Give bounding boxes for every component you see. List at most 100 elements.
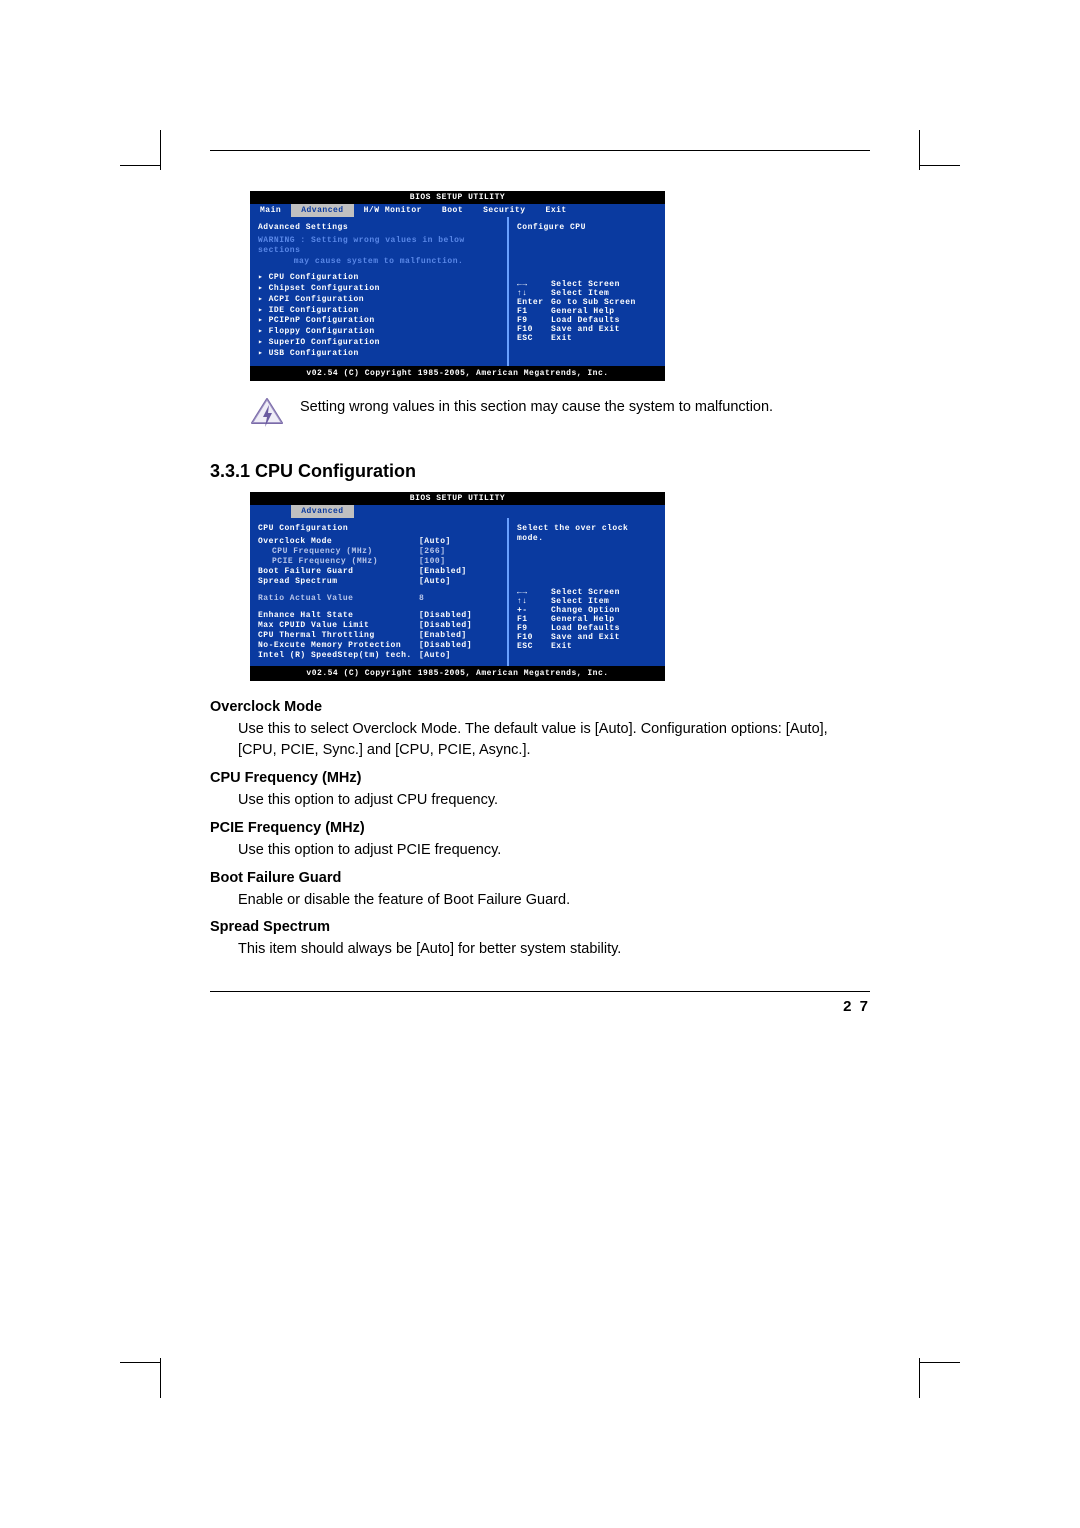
desc-cpufreq-t: Use this option to adjust CPU frequency. [238,790,870,812]
bios1-key-f10: F10 [517,325,551,334]
bios1-item-chipset[interactable]: Chipset Configuration [258,284,499,295]
bios2-row-pciefreq-label[interactable]: PCIE Frequency (MHz) [258,557,419,566]
bios1-item-cpu[interactable]: CPU Configuration [258,273,499,284]
bios1-tab-exit[interactable]: Exit [536,204,577,217]
bios2-key-ud-d: Select Item [551,597,609,606]
desc-pciefreq-h: PCIE Frequency (MHz) [210,820,870,836]
bios2-row-overclock-label[interactable]: Overclock Mode [258,537,419,546]
bios2-row-speedstep-label[interactable]: Intel (R) SpeedStep(tm) tech. [258,651,419,660]
bios2-help-pane: Select the over clock mode. ←→Select Scr… [507,518,665,666]
bios1-item-pcipnp[interactable]: PCIPnP Configuration [258,316,499,327]
desc-overclock-h: Overclock Mode [210,699,870,715]
bios1-warning-line2: may cause system to malfunction. [258,257,499,267]
bios1-item-acpi[interactable]: ACPI Configuration [258,295,499,306]
bios2-row-spread-value[interactable]: [Auto] [419,577,499,586]
bios2-title: BIOS SETUP UTILITY [250,492,665,505]
bios2-key-f1-d: General Help [551,615,615,624]
bios2-key-pm-d: Change Option [551,606,620,615]
bios2-help-title: Select the over clock mode. [517,524,657,545]
bios2-row-ehs-label[interactable]: Enhance Halt State [258,611,419,620]
bios1-tab-security[interactable]: Security [473,204,535,217]
bios1-key-esc: ESC [517,334,551,343]
bios2-help-title-l1: Select the over clock [517,524,657,534]
bios1-tab-hw[interactable]: H/W Monitor [354,204,432,217]
bios2-row-bootfail-value[interactable]: [Enabled] [419,567,499,576]
bios2-key-ud: ↑↓ [517,597,551,606]
top-rule [210,150,870,151]
bios1-key-f10-d: Save and Exit [551,325,620,334]
bios2-key-esc-d: Exit [551,642,572,651]
warning-note: Setting wrong values in this section may… [250,397,870,441]
bios-screenshot-cpu-config: BIOS SETUP UTILITY Main Advanced CPU Con… [250,492,665,681]
bios1-key-f9-d: Load Defaults [551,316,620,325]
bios1-keys: ←→Select Screen ↑↓Select Item EnterGo to… [517,280,657,343]
bios2-tab-advanced[interactable]: Advanced [291,505,353,518]
bios2-key-f10-d: Save and Exit [551,633,620,642]
bios1-key-ud-d: Select Item [551,289,609,298]
bios1-tab-boot[interactable]: Boot [432,204,473,217]
bios2-footer: v02.54 (C) Copyright 1985-2005, American… [250,666,665,681]
desc-spread-t: This item should always be [Auto] for be… [238,939,870,961]
bios2-row-ehs-value[interactable]: [Disabled] [419,611,499,620]
bios2-key-f10: F10 [517,633,551,642]
bios2-row-cpufreq-value[interactable]: [266] [419,547,499,556]
bios1-key-lr: ←→ [517,280,551,289]
bios2-row-cpufreq-label[interactable]: CPU Frequency (MHz) [258,547,419,556]
bios1-footer: v02.54 (C) Copyright 1985-2005, American… [250,366,665,381]
bios2-row-maxcpuid-label[interactable]: Max CPUID Value Limit [258,621,419,630]
bios2-left-pane: CPU Configuration Overclock Mode [Auto] … [250,518,507,666]
bios2-help-title-l2: mode. [517,534,657,544]
bios2-row-speedstep-value[interactable]: [Auto] [419,651,499,660]
bios1-left-header: Advanced Settings [258,223,499,232]
bios1-key-enter-d: Go to Sub Screen [551,298,636,307]
bios1-tabs: Main Advanced H/W Monitor Boot Security … [250,204,665,217]
desc-spread-h: Spread Spectrum [210,919,870,935]
bios2-row-ratio-label: Ratio Actual Value [258,594,419,603]
bios1-warning: WARNING : Setting wrong values in below … [258,236,499,267]
warning-note-text: Setting wrong values in this section may… [300,397,773,419]
bios1-key-f1-d: General Help [551,307,615,316]
bios1-item-ide[interactable]: IDE Configuration [258,306,499,317]
bios2-row-maxcpuid-value[interactable]: [Disabled] [419,621,499,630]
bios2-row-ratio-value: 8 [419,594,499,603]
bios1-key-esc-d: Exit [551,334,572,343]
desc-pciefreq-t: Use this option to adjust PCIE frequency… [238,840,870,862]
lightning-warning-icon [250,397,284,441]
bios1-key-f9: F9 [517,316,551,325]
bios2-row-noexec-value[interactable]: [Disabled] [419,641,499,650]
bios2-row-noexec-label[interactable]: No-Excute Memory Protection [258,641,419,650]
bios1-tab-main[interactable]: Main [250,204,291,217]
bottom-rule [210,991,870,992]
bios1-item-superio[interactable]: SuperIO Configuration [258,338,499,349]
bios2-key-pm: +- [517,606,551,615]
bios2-row-bootfail-label[interactable]: Boot Failure Guard [258,567,419,576]
bios1-warning-line1: WARNING : Setting wrong values in below … [258,236,499,257]
page-number: 2 7 [210,998,870,1015]
bios1-help-title: Configure CPU [517,223,657,232]
bios2-key-f9: F9 [517,624,551,633]
bios2-row-spread-label[interactable]: Spread Spectrum [258,577,419,586]
bios2-row-thermal-label[interactable]: CPU Thermal Throttling [258,631,419,640]
bios2-tabs: Main Advanced [250,505,665,518]
bios2-row-thermal-value[interactable]: [Enabled] [419,631,499,640]
bios2-left-header: CPU Configuration [258,524,499,533]
desc-bootfail-h: Boot Failure Guard [210,870,870,886]
bios1-title: BIOS SETUP UTILITY [250,191,665,204]
bios2-keys: ←→Select Screen ↑↓Select Item +-Change O… [517,588,657,651]
desc-bootfail-t: Enable or disable the feature of Boot Fa… [238,890,870,912]
bios2-row-pciefreq-value[interactable]: [100] [419,557,499,566]
bios2-key-f9-d: Load Defaults [551,624,620,633]
bios1-help-pane: Configure CPU ←→Select Screen ↑↓Select I… [507,217,665,366]
bios1-left-pane: Advanced Settings WARNING : Setting wron… [250,217,507,366]
descriptions: Overclock Mode Use this to select Overcl… [210,699,870,962]
section-heading-cpu-config: 3.3.1 CPU Configuration [210,461,870,482]
bios1-key-ud: ↑↓ [517,289,551,298]
desc-overclock-t: Use this to select Overclock Mode. The d… [238,719,870,763]
bios2-row-overclock-value[interactable]: [Auto] [419,537,499,546]
bios1-tab-advanced[interactable]: Advanced [291,204,353,217]
bios1-key-f1: F1 [517,307,551,316]
bios2-key-esc: ESC [517,642,551,651]
bios2-key-f1: F1 [517,615,551,624]
bios1-item-floppy[interactable]: Floppy Configuration [258,327,499,338]
bios1-item-usb[interactable]: USB Configuration [258,349,499,360]
